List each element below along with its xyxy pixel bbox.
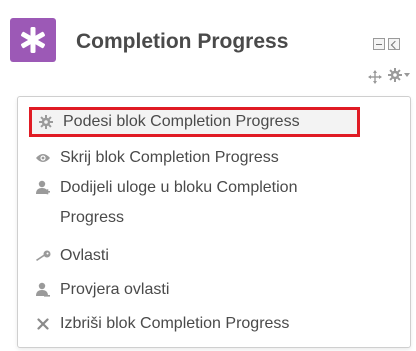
menu-item-check-permissions[interactable]: Provjera ovlasti xyxy=(18,275,412,305)
menu-item-label: Provjera ovlasti xyxy=(60,281,170,298)
minimize-icon[interactable] xyxy=(373,38,385,50)
block-icon xyxy=(10,18,56,62)
menu-item-delete-block[interactable]: Izbriši blok Completion Progress xyxy=(18,309,412,339)
key-icon xyxy=(32,241,54,271)
menu-item-label: Podesi blok Completion Progress xyxy=(63,113,300,130)
menu-item-hide-block[interactable]: Skrij blok Completion Progress xyxy=(18,143,412,173)
menu-item-label: Dodijeli uloge u bloku Completion Progre… xyxy=(60,179,298,226)
dock-icon[interactable] xyxy=(388,38,400,50)
move-icon[interactable] xyxy=(368,70,382,84)
menu-item-label: Izbriši blok Completion Progress xyxy=(60,315,290,332)
block-title: Completion Progress xyxy=(76,30,289,53)
gear-icon[interactable] xyxy=(388,68,402,82)
delete-icon xyxy=(32,309,54,339)
chevron-down-icon[interactable] xyxy=(404,73,410,77)
user-check-icon xyxy=(32,275,54,305)
gear-icon xyxy=(35,110,57,134)
menu-item-configure-block[interactable]: Podesi blok Completion Progress xyxy=(29,107,360,137)
asterisk-icon xyxy=(21,27,45,53)
menu-item-assign-roles[interactable]: Dodijeli uloge u bloku Completion Progre… xyxy=(18,173,412,233)
menu-item-label: Skrij blok Completion Progress xyxy=(60,149,279,166)
menu-item-label: Ovlasti xyxy=(60,247,109,264)
block-actions-menu: Podesi blok Completion Progress Skrij bl… xyxy=(17,96,411,348)
eye-icon xyxy=(32,143,54,173)
menu-item-permissions[interactable]: Ovlasti xyxy=(18,241,412,271)
user-assign-icon xyxy=(32,173,54,203)
